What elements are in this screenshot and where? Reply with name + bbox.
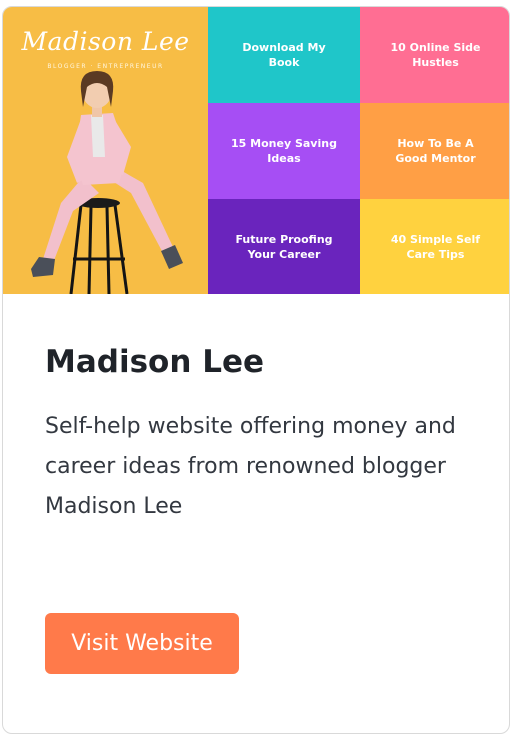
hero-image: Madison Lee BLOGGER · ENTREPRENEUR Downl… bbox=[3, 7, 509, 294]
visit-website-button[interactable]: Visit Website bbox=[45, 613, 239, 674]
tile-money-saving-ideas: 15 Money Saving Ideas bbox=[208, 103, 360, 199]
card-description: Self-help website offering money and car… bbox=[45, 414, 456, 519]
tile-self-care-tips: 40 Simple Self Care Tips bbox=[360, 199, 509, 294]
tile-download-book: Download My Book bbox=[208, 7, 360, 103]
hero-tiles-grid: Download My Book 10 Online Side Hustles … bbox=[208, 7, 509, 294]
tile-good-mentor: How To Be A Good Mentor bbox=[360, 103, 509, 199]
tile-future-proofing-career: Future Proofing Your Career bbox=[208, 199, 360, 294]
website-card: Madison Lee BLOGGER · ENTREPRENEUR Downl… bbox=[2, 6, 510, 734]
hero-photo-panel: Madison Lee BLOGGER · ENTREPRENEUR bbox=[3, 7, 208, 294]
card-title: Madison Lee bbox=[45, 344, 264, 380]
tile-online-side-hustles: 10 Online Side Hustles bbox=[360, 7, 509, 103]
person-on-stool-photo bbox=[31, 71, 183, 294]
